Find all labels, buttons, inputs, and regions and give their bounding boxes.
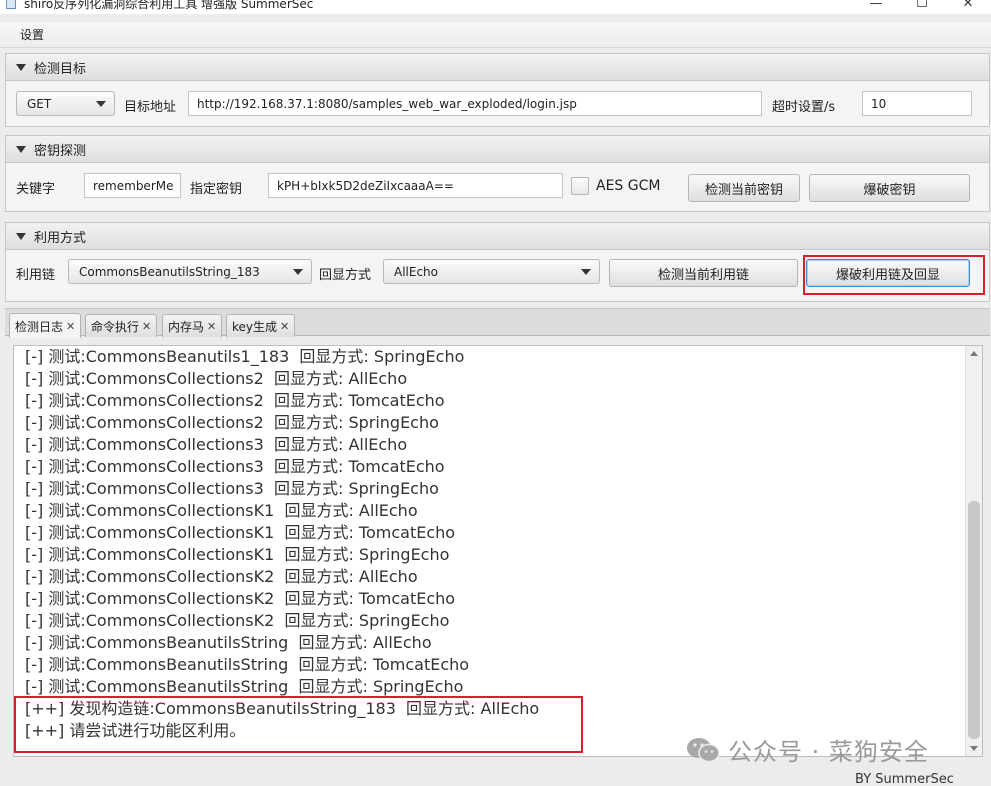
triangle-down-icon <box>16 63 26 71</box>
tab-bar: 检测日志 ✕ 命令执行 ✕ 内存马 ✕ key生成 ✕ <box>5 308 990 338</box>
chevron-down-icon <box>293 269 303 275</box>
tab-command-exec[interactable]: 命令执行 ✕ <box>85 314 158 337</box>
close-icon[interactable]: ✕ <box>280 320 289 333</box>
chain-value: CommonsBeanutilsString_183 <box>79 264 260 279</box>
close-icon[interactable]: ✕ <box>207 320 216 333</box>
tab-label: key生成 <box>232 319 278 334</box>
aes-gcm-checkbox[interactable] <box>571 177 589 195</box>
log-line: [-] 测试:CommonsBeanutilsString 回显方式: AllE… <box>25 633 432 652</box>
log-line: [-] 测试:CommonsBeanutilsString 回显方式: Spri… <box>25 677 464 696</box>
log-line: [-] 测试:CommonsCollections2 回显方式: AllEcho <box>25 369 408 388</box>
tab-label: 命令执行 <box>91 319 140 334</box>
tab-label: 检测日志 <box>15 319 64 334</box>
log-scrollbar[interactable] <box>965 346 982 756</box>
close-icon[interactable]: ✕ <box>66 320 75 333</box>
minimize-button[interactable]: — <box>853 0 899 14</box>
target-section-body: GET 目标地址 http://192.168.37.1:8080/sample… <box>5 81 990 127</box>
footer-credit: BY SummerSec <box>855 772 954 786</box>
tab-key-gen[interactable]: key生成 ✕ <box>226 314 296 337</box>
close-button[interactable]: ✕ <box>945 0 991 14</box>
log-lines: [-] 测试:CommonsBeanutils1_183 回显方式: Sprin… <box>25 346 539 742</box>
menu-settings[interactable]: 设置 <box>20 26 44 43</box>
window-controls: — ☐ ✕ <box>853 0 991 14</box>
timeout-label: 超时设置/s <box>772 100 836 115</box>
log-line: [-] 测试:CommonsCollections3 回显方式: TomcatE… <box>25 457 445 476</box>
window-title: shiro反序列化漏洞综合利用工具 增强版 SummerSec <box>24 0 314 11</box>
chevron-down-icon <box>96 101 106 107</box>
echo-label: 回显方式 <box>319 268 372 283</box>
chevron-down-icon <box>581 269 591 275</box>
log-line: [-] 测试:CommonsCollectionsK1 回显方式: AllEch… <box>25 501 418 520</box>
log-line: [-] 测试:CommonsCollectionsK1 回显方式: Tomcat… <box>25 523 456 542</box>
highlight-box-result <box>14 696 583 753</box>
log-line: [-] 测试:CommonsCollectionsK2 回显方式: Spring… <box>25 611 450 630</box>
url-input[interactable]: http://192.168.37.1:8080/samples_web_war… <box>188 91 762 116</box>
menu-bar: 设置 <box>0 22 991 48</box>
log-line: [-] 测试:CommonsCollectionsK2 回显方式: AllEch… <box>25 567 418 586</box>
log-line: [-] 测试:CommonsCollections2 回显方式: TomcatE… <box>25 391 445 410</box>
log-line: [-] 测试:CommonsCollectionsK2 回显方式: Tomcat… <box>25 589 456 608</box>
target-section-header[interactable]: 检测目标 <box>5 53 990 81</box>
url-label: 目标地址 <box>124 100 177 115</box>
maximize-button[interactable]: ☐ <box>899 0 945 14</box>
exploit-section-header[interactable]: 利用方式 <box>5 222 990 250</box>
log-line: [-] 测试:CommonsCollectionsK1 回显方式: Spring… <box>25 545 450 564</box>
key-input[interactable]: kPH+bIxk5D2deZiIxcaaaA== <box>268 173 563 198</box>
chain-select[interactable]: CommonsBeanutilsString_183 <box>68 259 312 284</box>
log-line: [-] 测试:CommonsCollections2 回显方式: SpringE… <box>25 413 439 432</box>
log-line: [-] 测试:CommonsBeanutils1_183 回显方式: Sprin… <box>25 347 465 366</box>
http-method-select[interactable]: GET <box>16 91 115 116</box>
scroll-up-icon[interactable] <box>970 351 978 356</box>
title-bar: shiro反序列化漏洞综合利用工具 增强版 SummerSec — ☐ ✕ <box>0 0 991 14</box>
highlight-box-brute-chain <box>803 255 985 295</box>
chain-label: 利用链 <box>16 268 56 283</box>
key-section-header[interactable]: 密钥探测 <box>5 135 990 163</box>
check-key-button[interactable]: 检测当前密钥 <box>688 174 800 202</box>
tab-detect-log[interactable]: 检测日志 ✕ <box>9 313 82 338</box>
watermark: 公众号 · 菜狗安全 <box>686 732 929 767</box>
triangle-down-icon <box>16 145 26 153</box>
log-line: [-] 测试:CommonsBeanutilsString 回显方式: Tomc… <box>25 655 470 674</box>
brute-key-button[interactable]: 爆破密钥 <box>809 174 970 202</box>
timeout-input[interactable]: 10 <box>862 91 972 116</box>
target-section-title: 检测目标 <box>34 61 87 77</box>
http-method-value: GET <box>27 96 52 111</box>
keyword-input[interactable]: rememberMe <box>84 173 181 198</box>
check-chain-button[interactable]: 检测当前利用链 <box>609 259 798 287</box>
log-line: [-] 测试:CommonsCollections3 回显方式: SpringE… <box>25 479 439 498</box>
triangle-down-icon <box>16 232 26 240</box>
aes-gcm-label: AES GCM <box>596 178 661 194</box>
key-section-body: 关键字 rememberMe 指定密钥 kPH+bIxk5D2deZiIxcaa… <box>5 163 990 212</box>
tab-memory-shell[interactable]: 内存马 ✕ <box>162 314 223 337</box>
keyword-label: 关键字 <box>16 182 56 197</box>
echo-select[interactable]: AllEcho <box>383 259 600 284</box>
echo-value: AllEcho <box>394 264 439 279</box>
log-line: [-] 测试:CommonsCollections3 回显方式: AllEcho <box>25 435 408 454</box>
wechat-icon <box>687 737 720 762</box>
key-section-title: 密钥探测 <box>34 143 87 159</box>
app-icon <box>6 0 16 9</box>
key-label: 指定密钥 <box>190 182 243 197</box>
scroll-down-icon[interactable] <box>970 746 978 751</box>
exploit-section-title: 利用方式 <box>34 230 87 246</box>
watermark-text: 公众号 · 菜狗安全 <box>728 738 929 766</box>
tab-label: 内存马 <box>168 319 205 334</box>
close-icon[interactable]: ✕ <box>142 320 151 333</box>
scroll-thumb[interactable] <box>968 501 980 739</box>
